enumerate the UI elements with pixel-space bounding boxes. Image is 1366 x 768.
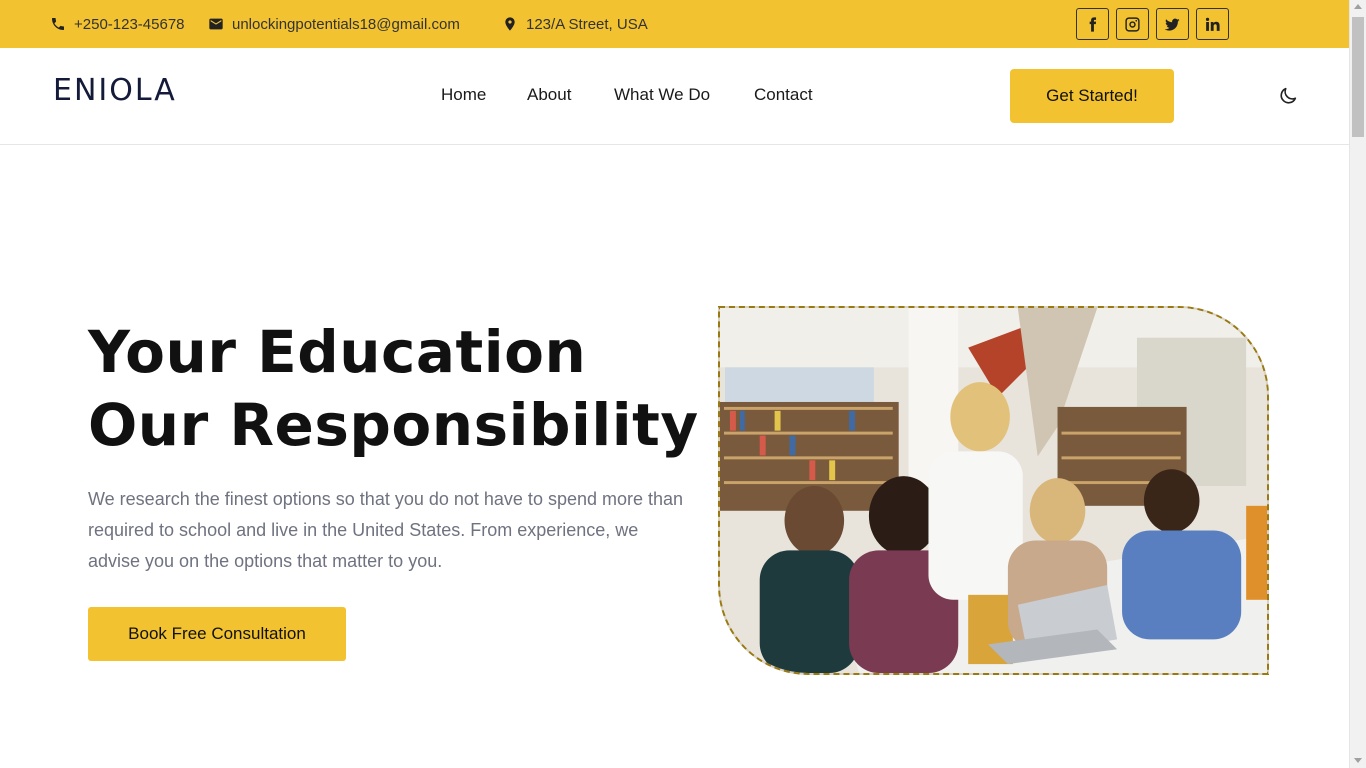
scrollbar-thumb[interactable] <box>1352 17 1364 137</box>
moon-icon <box>1280 87 1297 104</box>
nav-about[interactable]: About <box>527 85 571 105</box>
site-logo[interactable]: ENIOLA <box>53 73 177 108</box>
twitter-icon <box>1164 18 1180 31</box>
nav-contact[interactable]: Contact <box>754 85 813 105</box>
instagram-icon <box>1125 16 1140 32</box>
theme-toggle[interactable] <box>1277 85 1299 107</box>
address-text: 123/A Street, USA <box>526 15 648 33</box>
instagram-link[interactable] <box>1116 8 1149 40</box>
book-consultation-button[interactable]: Book Free Consultation <box>88 607 346 661</box>
location-pin-icon <box>505 17 515 31</box>
nav-what-we-do[interactable]: What We Do <box>614 85 710 105</box>
twitter-link[interactable] <box>1156 8 1189 40</box>
email-text: unlockingpotentials18@gmail.com <box>232 15 460 33</box>
hero-description: We research the finest options so that y… <box>88 489 684 571</box>
phone-contact[interactable]: +250-123-45678 <box>50 0 185 48</box>
page-scrollbar[interactable] <box>1349 0 1366 768</box>
site-header: ENIOLA Home About What We Do Contact Get… <box>0 48 1349 145</box>
scroll-up-arrow-icon[interactable] <box>1354 4 1362 9</box>
hero-image <box>718 306 1269 675</box>
email-contact[interactable]: unlockingpotentials18@gmail.com <box>208 0 460 48</box>
address-contact: 123/A Street, USA <box>502 0 648 48</box>
hero-title: Your Education Our Responsibility <box>88 316 699 462</box>
library-students-photo <box>720 308 1267 673</box>
facebook-icon <box>1089 16 1097 32</box>
hero-title-line1: Your Education <box>88 318 587 386</box>
nav-home[interactable]: Home <box>441 85 486 105</box>
hero-title-line2: Our Responsibility <box>88 391 699 459</box>
phone-text: +250-123-45678 <box>74 15 185 33</box>
scroll-down-arrow-icon[interactable] <box>1354 758 1362 763</box>
linkedin-icon <box>1205 17 1220 31</box>
facebook-link[interactable] <box>1076 8 1109 40</box>
linkedin-link[interactable] <box>1196 8 1229 40</box>
top-contact-bar: +250-123-45678 unlockingpotentials18@gma… <box>0 0 1349 48</box>
mail-icon <box>209 18 223 30</box>
phone-icon <box>52 18 64 30</box>
get-started-button[interactable]: Get Started! <box>1010 69 1174 123</box>
